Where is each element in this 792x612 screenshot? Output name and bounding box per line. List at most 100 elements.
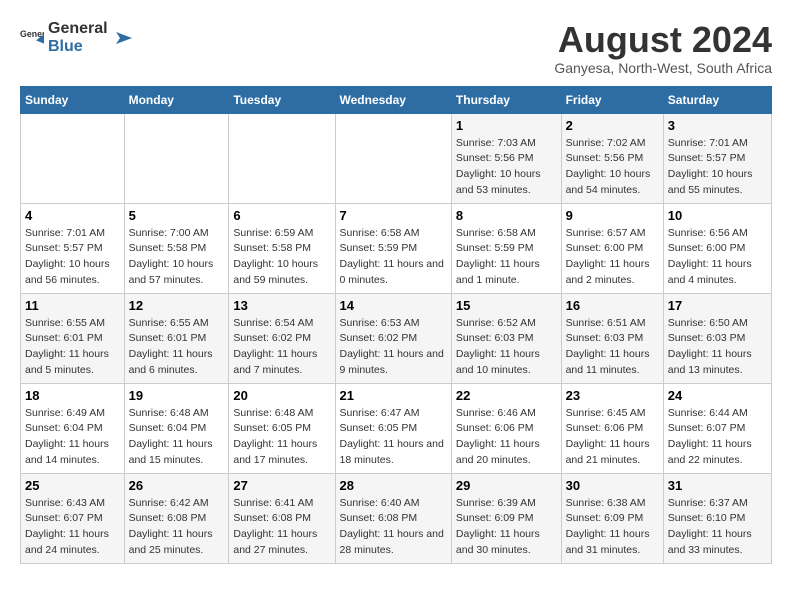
calendar-cell — [229, 113, 335, 203]
day-info: Sunrise: 6:53 AMSunset: 6:02 PMDaylight:… — [340, 316, 447, 379]
day-number: 1 — [456, 118, 557, 133]
weekday-header: Tuesday — [229, 86, 335, 113]
calendar-cell: 28Sunrise: 6:40 AMSunset: 6:08 PMDayligh… — [335, 473, 451, 563]
calendar-table: SundayMondayTuesdayWednesdayThursdayFrid… — [20, 86, 772, 564]
day-info: Sunrise: 6:46 AMSunset: 6:06 PMDaylight:… — [456, 406, 557, 469]
calendar-cell: 8Sunrise: 6:58 AMSunset: 5:59 PMDaylight… — [451, 203, 561, 293]
calendar-cell: 9Sunrise: 6:57 AMSunset: 6:00 PMDaylight… — [561, 203, 663, 293]
weekday-header: Sunday — [21, 86, 125, 113]
calendar-cell: 7Sunrise: 6:58 AMSunset: 5:59 PMDaylight… — [335, 203, 451, 293]
day-number: 23 — [566, 388, 659, 403]
calendar-cell: 31 Sunrise: 6:37 AMSunset: 6:10 PMDayligh… — [663, 473, 771, 563]
day-info: Sunrise: 7:01 AMSunset: 5:57 PMDaylight:… — [668, 136, 767, 199]
weekday-header: Monday — [124, 86, 229, 113]
day-info: Sunrise: 6:55 AMSunset: 6:01 PMDaylight:… — [25, 316, 120, 379]
day-info: Sunrise: 6:47 AMSunset: 6:05 PMDaylight:… — [340, 406, 447, 469]
calendar-cell: 25Sunrise: 6:43 AMSunset: 6:07 PMDayligh… — [21, 473, 125, 563]
day-number: 19 — [129, 388, 225, 403]
day-number: 10 — [668, 208, 767, 223]
title-block: August 2024 Ganyesa, North-West, South A… — [554, 20, 772, 76]
calendar-cell: 27Sunrise: 6:41 AMSunset: 6:08 PMDayligh… — [229, 473, 335, 563]
logo-icon: General — [20, 26, 44, 50]
calendar-cell: 1 Sunrise: 7:03 AMSunset: 5:56 PMDaylight… — [451, 113, 561, 203]
day-info: Sunrise: 6:52 AMSunset: 6:03 PMDaylight:… — [456, 316, 557, 379]
day-info: Sunrise: 6:51 AMSunset: 6:03 PMDaylight:… — [566, 316, 659, 379]
calendar-cell: 16 Sunrise: 6:51 AMSunset: 6:03 PMDayligh… — [561, 293, 663, 383]
calendar-cell: 4 Sunrise: 7:01 AMSunset: 5:57 PMDaylight… — [21, 203, 125, 293]
day-number: 27 — [233, 478, 330, 493]
calendar-cell: 18 Sunrise: 6:49 AMSunset: 6:04 PMDayligh… — [21, 383, 125, 473]
day-number: 2 — [566, 118, 659, 133]
calendar-week-row: 4 Sunrise: 7:01 AMSunset: 5:57 PMDaylight… — [21, 203, 772, 293]
day-number: 7 — [340, 208, 447, 223]
day-number: 11 — [25, 298, 120, 313]
day-info: Sunrise: 6:58 AMSunset: 5:59 PMDaylight:… — [456, 226, 557, 289]
weekday-header: Thursday — [451, 86, 561, 113]
day-number: 14 — [340, 298, 447, 313]
logo-general: General — [48, 20, 108, 37]
day-info: Sunrise: 6:48 AMSunset: 6:05 PMDaylight:… — [233, 406, 330, 469]
day-info: Sunrise: 6:39 AMSunset: 6:09 PMDaylight:… — [456, 496, 557, 559]
day-info: Sunrise: 7:03 AMSunset: 5:56 PMDaylight:… — [456, 136, 557, 199]
day-number: 25 — [25, 478, 120, 493]
day-number: 30 — [566, 478, 659, 493]
calendar-cell: 14 Sunrise: 6:53 AMSunset: 6:02 PMDayligh… — [335, 293, 451, 383]
logo: General General Blue — [20, 20, 132, 56]
calendar-cell: 22 Sunrise: 6:46 AMSunset: 6:06 PMDayligh… — [451, 383, 561, 473]
calendar-cell: 23Sunrise: 6:45 AMSunset: 6:06 PMDayligh… — [561, 383, 663, 473]
calendar-cell: 11 Sunrise: 6:55 AMSunset: 6:01 PMDayligh… — [21, 293, 125, 383]
calendar-week-row: 1 Sunrise: 7:03 AMSunset: 5:56 PMDaylight… — [21, 113, 772, 203]
day-info: Sunrise: 6:38 AMSunset: 6:09 PMDaylight:… — [566, 496, 659, 559]
day-number: 4 — [25, 208, 120, 223]
calendar-cell: 2 Sunrise: 7:02 AMSunset: 5:56 PMDaylight… — [561, 113, 663, 203]
day-number: 24 — [668, 388, 767, 403]
header: General General Blue August 2024 Ganyesa… — [20, 20, 772, 76]
calendar-week-row: 11 Sunrise: 6:55 AMSunset: 6:01 PMDayligh… — [21, 293, 772, 383]
page-subtitle: Ganyesa, North-West, South Africa — [554, 60, 772, 76]
day-number: 17 — [668, 298, 767, 313]
calendar-cell: 29Sunrise: 6:39 AMSunset: 6:09 PMDayligh… — [451, 473, 561, 563]
day-info: Sunrise: 6:44 AMSunset: 6:07 PMDaylight:… — [668, 406, 767, 469]
day-info: Sunrise: 6:37 AMSunset: 6:10 PMDaylight:… — [668, 496, 767, 559]
day-number: 13 — [233, 298, 330, 313]
day-info: Sunrise: 6:40 AMSunset: 6:08 PMDaylight:… — [340, 496, 447, 559]
logo-arrow-icon — [112, 28, 132, 48]
day-info: Sunrise: 6:55 AMSunset: 6:01 PMDaylight:… — [129, 316, 225, 379]
day-info: Sunrise: 6:49 AMSunset: 6:04 PMDaylight:… — [25, 406, 120, 469]
day-number: 18 — [25, 388, 120, 403]
weekday-header: Friday — [561, 86, 663, 113]
calendar-cell: 15 Sunrise: 6:52 AMSunset: 6:03 PMDayligh… — [451, 293, 561, 383]
calendar-cell — [335, 113, 451, 203]
day-number: 5 — [129, 208, 225, 223]
day-number: 15 — [456, 298, 557, 313]
day-number: 21 — [340, 388, 447, 403]
calendar-cell: 10 Sunrise: 6:56 AMSunset: 6:00 PMDayligh… — [663, 203, 771, 293]
day-info: Sunrise: 6:50 AMSunset: 6:03 PMDaylight:… — [668, 316, 767, 379]
day-info: Sunrise: 6:56 AMSunset: 6:00 PMDaylight:… — [668, 226, 767, 289]
calendar-cell: 26 Sunrise: 6:42 AMSunset: 6:08 PMDayligh… — [124, 473, 229, 563]
calendar-cell: 24 Sunrise: 6:44 AMSunset: 6:07 PMDayligh… — [663, 383, 771, 473]
calendar-cell — [124, 113, 229, 203]
day-number: 3 — [668, 118, 767, 133]
logo-blue: Blue — [48, 38, 83, 55]
day-number: 20 — [233, 388, 330, 403]
day-info: Sunrise: 6:59 AMSunset: 5:58 PMDaylight:… — [233, 226, 330, 289]
weekday-header: Wednesday — [335, 86, 451, 113]
calendar-cell: 13 Sunrise: 6:54 AMSunset: 6:02 PMDayligh… — [229, 293, 335, 383]
calendar-cell — [21, 113, 125, 203]
calendar-cell: 20 Sunrise: 6:48 AMSunset: 6:05 PMDayligh… — [229, 383, 335, 473]
day-number: 22 — [456, 388, 557, 403]
day-info: Sunrise: 6:48 AMSunset: 6:04 PMDaylight:… — [129, 406, 225, 469]
day-number: 31 — [668, 478, 767, 493]
weekday-header: Saturday — [663, 86, 771, 113]
day-number: 16 — [566, 298, 659, 313]
day-number: 26 — [129, 478, 225, 493]
day-info: Sunrise: 6:54 AMSunset: 6:02 PMDaylight:… — [233, 316, 330, 379]
calendar-week-row: 25Sunrise: 6:43 AMSunset: 6:07 PMDayligh… — [21, 473, 772, 563]
day-info: Sunrise: 7:01 AMSunset: 5:57 PMDaylight:… — [25, 226, 120, 289]
day-info: Sunrise: 7:02 AMSunset: 5:56 PMDaylight:… — [566, 136, 659, 199]
day-info: Sunrise: 6:42 AMSunset: 6:08 PMDaylight:… — [129, 496, 225, 559]
day-number: 12 — [129, 298, 225, 313]
calendar-cell: 6Sunrise: 6:59 AMSunset: 5:58 PMDaylight… — [229, 203, 335, 293]
day-info: Sunrise: 7:00 AMSunset: 5:58 PMDaylight:… — [129, 226, 225, 289]
